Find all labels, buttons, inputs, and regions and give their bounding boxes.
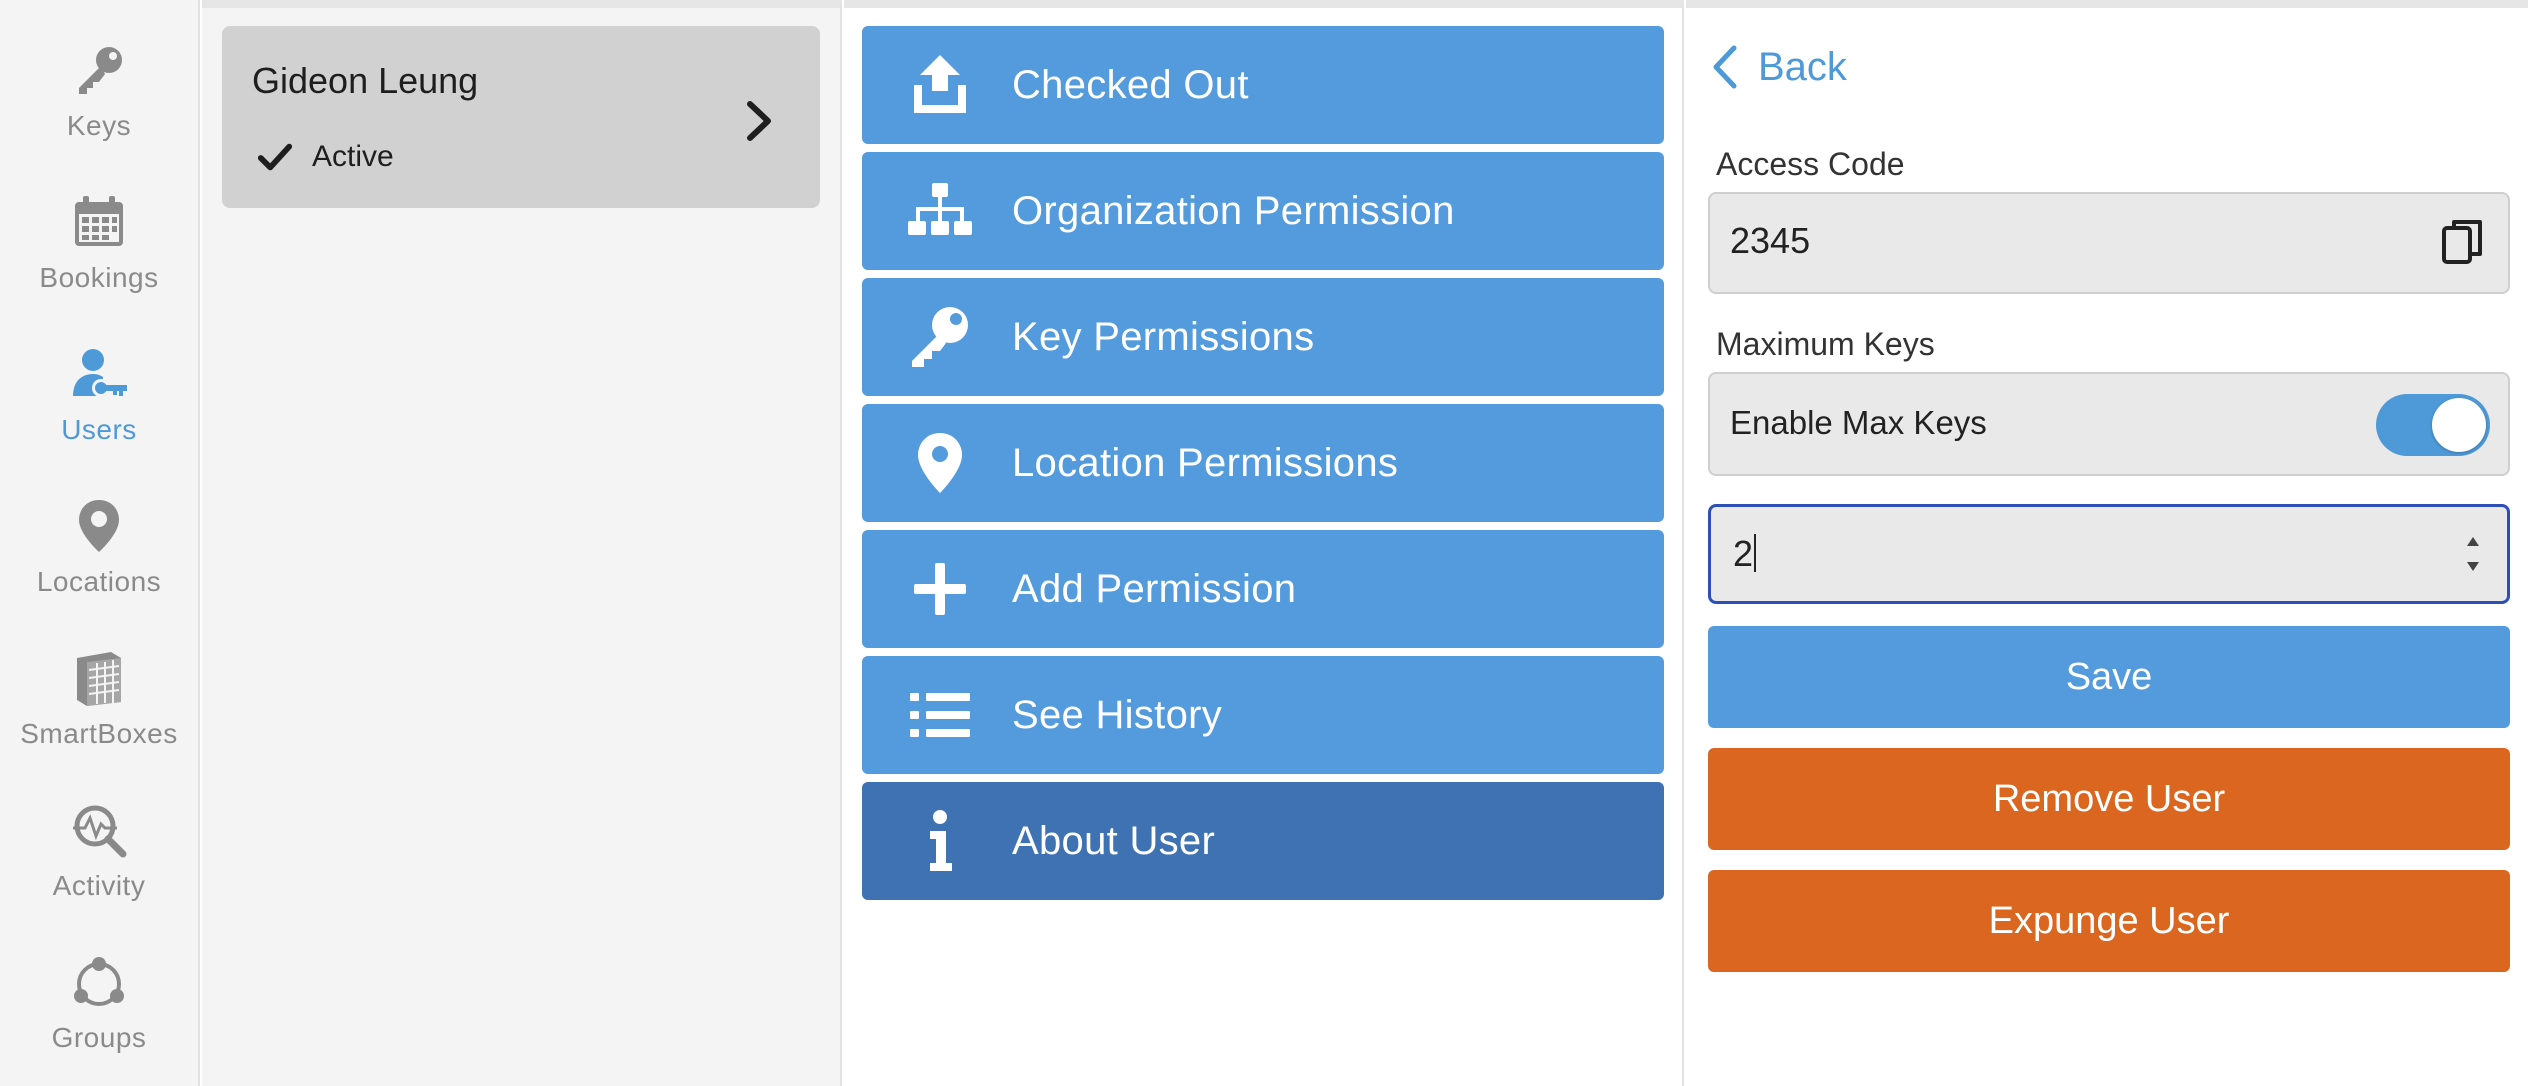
access-code-label: Access Code bbox=[1716, 146, 1905, 182]
user-key-icon bbox=[67, 342, 131, 406]
enable-max-keys-label: Enable Max Keys bbox=[1730, 404, 1987, 441]
upload-icon bbox=[900, 45, 980, 125]
check-icon bbox=[257, 143, 293, 171]
organization-permission-button[interactable]: Organization Permission bbox=[862, 152, 1664, 270]
action-label: Add Permission bbox=[1012, 566, 1297, 611]
back-label: Back bbox=[1758, 44, 1847, 89]
user-status-label: Active bbox=[312, 140, 394, 173]
user-list: Gideon Leung Active bbox=[202, 0, 842, 1086]
user-card[interactable]: Gideon Leung Active bbox=[222, 26, 820, 208]
location-permissions-button[interactable]: Location Permissions bbox=[862, 404, 1664, 522]
copy-icon[interactable] bbox=[2440, 218, 2484, 268]
action-label: Checked Out bbox=[1012, 62, 1249, 107]
chevron-left-icon bbox=[1713, 45, 1737, 89]
add-permission-button[interactable]: Add Permission bbox=[862, 530, 1664, 648]
smartbox-icon bbox=[67, 646, 131, 710]
main-nav: Keys Bookings Users Locations SmartBoxes… bbox=[0, 0, 200, 1086]
nav-item-locations[interactable]: Locations bbox=[0, 456, 198, 608]
nav-label: SmartBoxes bbox=[20, 718, 178, 749]
nav-label: Keys bbox=[66, 110, 132, 141]
map-pin-icon bbox=[67, 494, 131, 558]
user-status: Active bbox=[256, 138, 394, 176]
nav-item-smartboxes[interactable]: SmartBoxes bbox=[0, 608, 198, 760]
save-button[interactable]: Save bbox=[1708, 626, 2510, 728]
activity-icon bbox=[67, 798, 131, 862]
action-label: Organization Permission bbox=[1012, 188, 1455, 233]
action-label: See History bbox=[1012, 692, 1223, 737]
toggle-knob bbox=[2432, 398, 2486, 452]
nav-label: Groups bbox=[51, 1022, 147, 1053]
info-icon bbox=[900, 801, 980, 881]
calendar-icon bbox=[67, 190, 131, 254]
nav-item-activity[interactable]: Activity bbox=[0, 760, 198, 912]
nav-label: Users bbox=[61, 414, 137, 445]
expunge-user-button[interactable]: Expunge User bbox=[1708, 870, 2510, 972]
map-pin-icon bbox=[900, 423, 980, 503]
action-label: About User bbox=[1012, 818, 1216, 863]
checked-out-button[interactable]: Checked Out bbox=[862, 26, 1664, 144]
nav-item-bookings[interactable]: Bookings bbox=[0, 152, 198, 304]
max-keys-value-text: 2 bbox=[1733, 533, 1754, 574]
nav-label: Locations bbox=[36, 566, 162, 597]
back-button[interactable]: Back bbox=[1710, 42, 1847, 92]
max-keys-input-value: 2 bbox=[1733, 533, 1757, 575]
nav-item-users[interactable]: Users bbox=[0, 304, 198, 456]
plus-icon bbox=[900, 549, 980, 629]
see-history-button[interactable]: See History bbox=[862, 656, 1664, 774]
action-label: Location Permissions bbox=[1012, 440, 1399, 485]
nav-item-keys[interactable]: Keys bbox=[0, 0, 198, 152]
key-icon bbox=[900, 297, 980, 377]
nav-label: Activity bbox=[52, 870, 146, 901]
key-icon bbox=[67, 38, 131, 102]
enable-max-keys-row: Enable Max Keys bbox=[1708, 372, 2510, 476]
enable-max-keys-toggle[interactable] bbox=[2376, 394, 2490, 456]
access-code-value: 2345 bbox=[1730, 220, 1811, 261]
access-code-field: 2345 bbox=[1708, 192, 2510, 294]
about-user-button[interactable]: About User bbox=[862, 782, 1664, 900]
key-permissions-button[interactable]: Key Permissions bbox=[862, 278, 1664, 396]
list-icon bbox=[900, 675, 980, 755]
remove-user-button[interactable]: Remove User bbox=[1708, 748, 2510, 850]
action-label: Key Permissions bbox=[1012, 314, 1315, 359]
text-caret bbox=[1754, 534, 1757, 572]
nav-label: Bookings bbox=[39, 262, 159, 293]
user-name: Gideon Leung bbox=[252, 60, 479, 101]
groups-icon bbox=[67, 950, 131, 1014]
nav-item-groups[interactable]: Groups bbox=[0, 912, 198, 1064]
user-detail-panel: Back Access Code 2345 Maximum Keys Enabl… bbox=[1686, 0, 2528, 1086]
user-actions: Checked Out Organization Permission Key … bbox=[844, 0, 1684, 1086]
org-chart-icon bbox=[900, 171, 980, 251]
max-keys-label: Maximum Keys bbox=[1716, 326, 1935, 362]
chevron-right-icon bbox=[747, 101, 771, 141]
max-keys-input[interactable]: 2 bbox=[1708, 504, 2510, 604]
number-spinner-icon[interactable] bbox=[2463, 531, 2483, 577]
